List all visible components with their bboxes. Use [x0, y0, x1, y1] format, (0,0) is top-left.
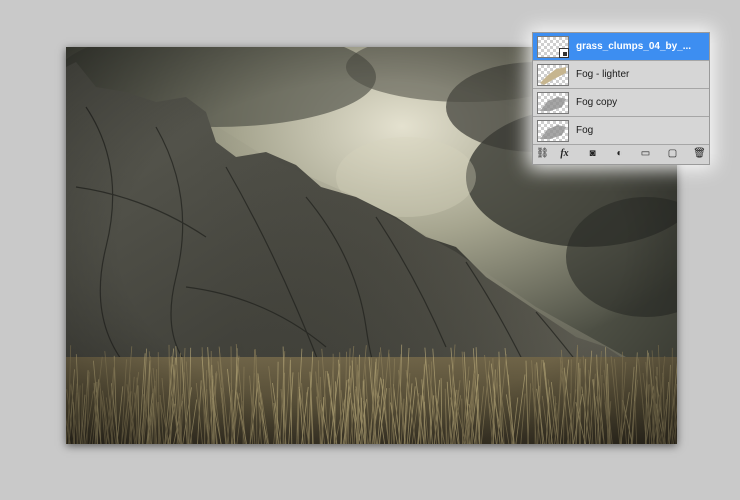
smart-object-thumbnail [537, 36, 569, 58]
trash-icon[interactable]: 🗑 [693, 148, 706, 160]
layer-style-fx-icon[interactable]: fx [558, 148, 571, 160]
layers-panel-footer: ⛓ fx ◙ ◐ ▭ ▢ 🗑 [533, 145, 709, 164]
link-layers-icon[interactable]: ⛓ [536, 148, 549, 160]
layer-row-grass-clumps[interactable]: grass_clumps_04_by_... [533, 33, 709, 61]
new-group-folder-icon[interactable]: ▭ [639, 148, 652, 160]
layer-name: grass_clumps_04_by_... [576, 41, 692, 52]
add-mask-icon[interactable]: ◙ [586, 148, 599, 160]
fog-thumbnail [537, 92, 569, 114]
layer-row-fog[interactable]: Fog [533, 117, 709, 145]
new-layer-icon[interactable]: ▢ [666, 148, 679, 160]
adjustment-layer-icon[interactable]: ◐ [613, 148, 626, 160]
layer-name: Fog copy [576, 97, 618, 108]
layer-row-fog-lighter[interactable]: Fog - lighter [533, 61, 709, 89]
layer-name: Fog [576, 125, 594, 136]
layer-row-fog-copy[interactable]: Fog copy [533, 89, 709, 117]
layer-name: Fog - lighter [576, 69, 630, 80]
layers-panel: grass_clumps_04_by_... Fog - lighter Fog… [532, 32, 710, 165]
fog-thumbnail [537, 120, 569, 142]
smart-object-icon [559, 48, 569, 58]
fog-lighter-thumbnail [537, 64, 569, 86]
